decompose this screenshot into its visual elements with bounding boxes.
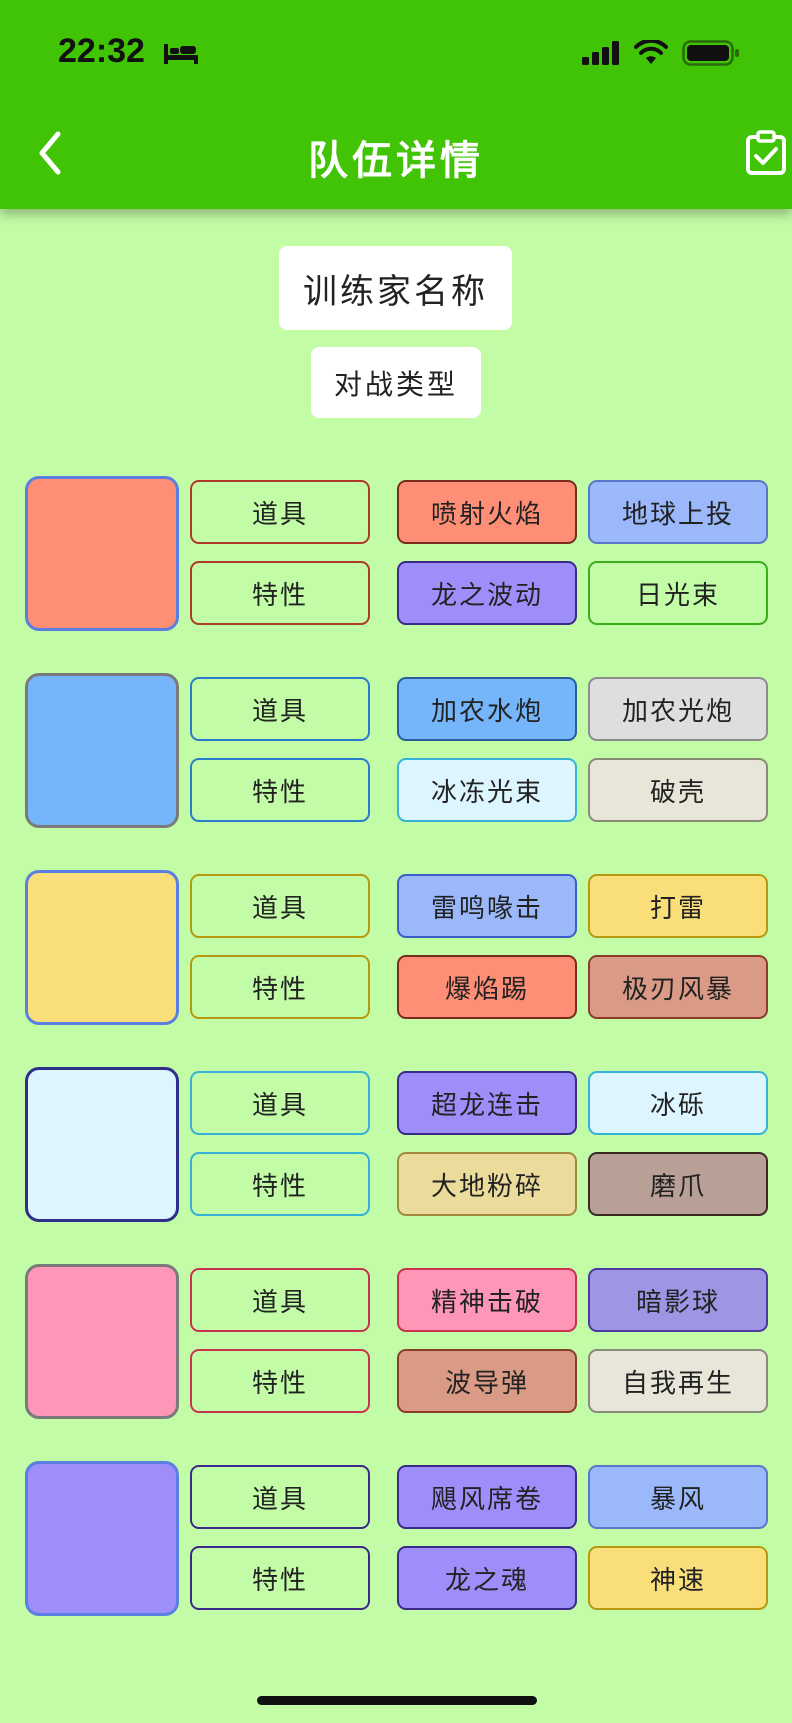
ability-button[interactable]: 特性 xyxy=(190,1546,370,1610)
ability-button[interactable]: 特性 xyxy=(190,1152,370,1216)
move-button[interactable]: 雷鸣喙击 xyxy=(397,874,577,938)
move-button[interactable]: 喷射火焰 xyxy=(397,480,577,544)
status-time: 22:32 xyxy=(58,32,145,70)
item-button[interactable]: 道具 xyxy=(190,480,370,544)
move-button[interactable]: 冰冻光束 xyxy=(397,758,577,822)
sleep-focus-icon xyxy=(164,44,198,64)
move-button[interactable]: 波导弹 xyxy=(397,1349,577,1413)
move-button[interactable]: 暗影球 xyxy=(588,1268,768,1332)
item-button[interactable]: 道具 xyxy=(190,1268,370,1332)
item-button[interactable]: 道具 xyxy=(190,677,370,741)
team-member-row: 道具特性 喷射火焰 地球上投 龙之波动 日光束 xyxy=(0,476,792,633)
team-member-row: 道具特性 超龙连击 冰砾 大地粉碎 磨爪 xyxy=(0,1067,792,1224)
move-button[interactable]: 地球上投 xyxy=(588,480,768,544)
move-button[interactable]: 冰砾 xyxy=(588,1071,768,1135)
battery-icon xyxy=(682,40,739,66)
move-button[interactable]: 破壳 xyxy=(588,758,768,822)
pokemon-sprite-slot[interactable] xyxy=(25,673,179,828)
move-button[interactable]: 磨爪 xyxy=(588,1152,768,1216)
ability-button[interactable]: 特性 xyxy=(190,1349,370,1413)
move-button[interactable]: 龙之魂 xyxy=(397,1546,577,1610)
item-button[interactable]: 道具 xyxy=(190,874,370,938)
move-button[interactable]: 精神击破 xyxy=(397,1268,577,1332)
move-button[interactable]: 打雷 xyxy=(588,874,768,938)
move-button[interactable]: 超龙连击 xyxy=(397,1071,577,1135)
move-button[interactable]: 龙之波动 xyxy=(397,561,577,625)
ability-button[interactable]: 特性 xyxy=(190,955,370,1019)
move-button[interactable]: 自我再生 xyxy=(588,1349,768,1413)
battle-type-selector[interactable]: 对战类型 xyxy=(311,347,481,418)
move-button[interactable]: 神速 xyxy=(588,1546,768,1610)
trainer-name-field[interactable]: 训练家名称 xyxy=(279,246,512,330)
team-member-row: 道具特性 飓风席卷 暴风 龙之魂 神速 xyxy=(0,1461,792,1618)
move-button[interactable]: 爆焰踢 xyxy=(397,955,577,1019)
move-button[interactable]: 加农光炮 xyxy=(588,677,768,741)
item-button[interactable]: 道具 xyxy=(190,1465,370,1529)
item-button[interactable]: 道具 xyxy=(190,1071,370,1135)
pokemon-sprite-slot[interactable] xyxy=(25,870,179,1025)
move-button[interactable]: 日光束 xyxy=(588,561,768,625)
checklist-confirm-icon[interactable] xyxy=(744,130,788,176)
team-member-row: 道具特性 加农水炮 加农光炮 冰冻光束 破壳 xyxy=(0,673,792,830)
pokemon-sprite-slot[interactable] xyxy=(25,1067,179,1222)
ability-button[interactable]: 特性 xyxy=(190,758,370,822)
pokemon-sprite-slot[interactable] xyxy=(25,1461,179,1616)
nav-header: 22:32 队伍详情 xyxy=(0,0,792,209)
ability-button[interactable]: 特性 xyxy=(190,561,370,625)
move-button[interactable]: 极刃风暴 xyxy=(588,955,768,1019)
move-button[interactable]: 加农水炮 xyxy=(397,677,577,741)
wifi-icon xyxy=(634,40,668,64)
pokemon-sprite-slot[interactable] xyxy=(25,1264,179,1419)
move-button[interactable]: 大地粉碎 xyxy=(397,1152,577,1216)
pokemon-sprite-slot[interactable] xyxy=(25,476,179,631)
move-button[interactable]: 暴风 xyxy=(588,1465,768,1529)
page-title: 队伍详情 xyxy=(308,137,484,184)
move-button[interactable]: 飓风席卷 xyxy=(397,1465,577,1529)
team-member-row: 道具特性 精神击破 暗影球 波导弹 自我再生 xyxy=(0,1264,792,1421)
team-member-row: 道具特性 雷鸣喙击 打雷 爆焰踢 极刃风暴 xyxy=(0,870,792,1027)
home-indicator xyxy=(257,1696,537,1705)
cellular-signal-icon xyxy=(582,41,619,65)
